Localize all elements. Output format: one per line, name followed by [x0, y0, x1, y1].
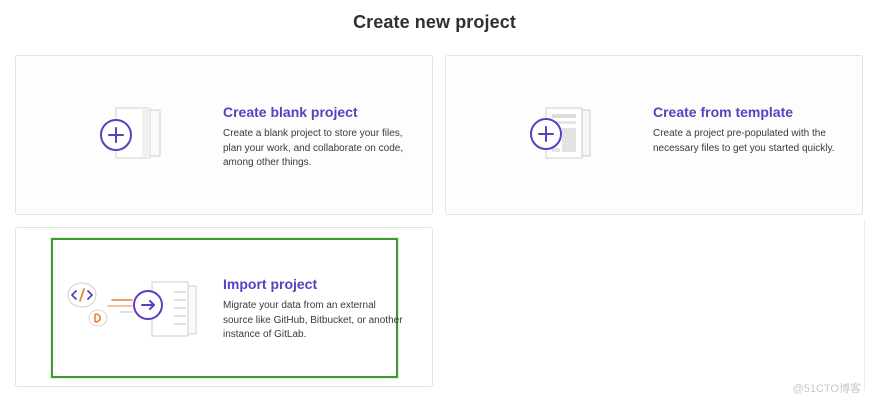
card-description: Create a blank project to store your fil… — [223, 128, 404, 168]
create-from-template-card[interactable]: Create from template Create a project pr… — [445, 55, 863, 215]
code-icon — [67, 282, 97, 308]
source-badge-icon — [88, 309, 108, 327]
new-project-page: Create new project Create blank project … — [0, 0, 869, 404]
blank-project-illustration — [100, 107, 161, 159]
create-blank-project-card[interactable]: Create blank project Create a blank proj… — [15, 55, 433, 215]
card-title[interactable]: Create blank project — [223, 104, 408, 120]
card-title[interactable]: Import project — [223, 276, 408, 292]
import-project-card[interactable]: Import project Migrate your data from an… — [15, 227, 433, 387]
card-description: Migrate your data from an external sourc… — [223, 300, 403, 340]
card-title[interactable]: Create from template — [653, 104, 838, 120]
divider — [864, 220, 865, 390]
import-project-text: Import project Migrate your data from an… — [223, 276, 408, 343]
template-project-illustration — [530, 107, 591, 159]
arrow-right-icon — [133, 290, 163, 320]
watermark: @51CTO博客 — [792, 383, 861, 395]
template-project-text: Create from template Create a project pr… — [653, 104, 838, 156]
import-project-illustration — [67, 281, 197, 337]
card-description: Create a project pre-populated with the … — [653, 128, 835, 154]
page-title: Create new project — [353, 12, 516, 32]
plus-icon — [530, 118, 562, 150]
plus-icon — [100, 119, 132, 151]
blank-project-text: Create blank project Create a blank proj… — [223, 104, 408, 171]
